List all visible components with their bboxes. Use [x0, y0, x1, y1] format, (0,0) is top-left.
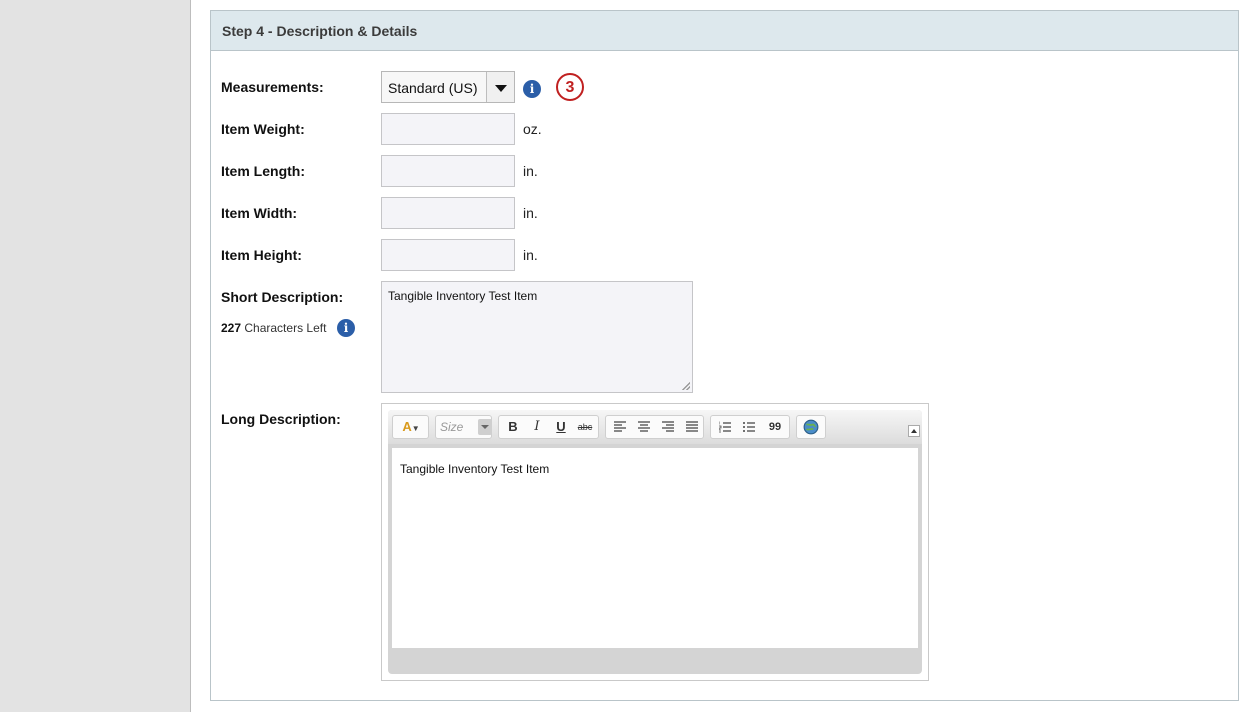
font-size-select[interactable]: Size	[440, 419, 492, 435]
info-icon[interactable]: i	[523, 80, 541, 98]
globe-icon	[803, 419, 819, 435]
align-left-icon	[614, 421, 626, 432]
align-justify-button[interactable]	[682, 418, 702, 436]
align-center-icon	[638, 421, 650, 432]
bold-button[interactable]: B	[503, 418, 523, 436]
rich-text-editor: A▼ Size B I U abc 99 Tangible Inventory …	[381, 403, 929, 681]
measurements-selected-value: Standard (US)	[388, 80, 478, 96]
item-width-input[interactable]	[381, 197, 515, 229]
characters-left-text: Characters Left	[244, 321, 327, 335]
item-width-unit: in.	[523, 205, 538, 221]
chevron-down-icon[interactable]	[486, 72, 514, 102]
font-color-icon: A	[402, 419, 412, 434]
alignment-group	[605, 415, 704, 439]
align-justify-icon	[686, 421, 698, 432]
source-group	[796, 415, 826, 439]
left-sidebar	[0, 0, 191, 712]
align-center-button[interactable]	[634, 418, 654, 436]
item-height-label: Item Height:	[221, 247, 302, 263]
lists-group: 99	[710, 415, 790, 439]
long-description-editor[interactable]: Tangible Inventory Test Item	[392, 448, 918, 648]
item-weight-unit: oz.	[523, 121, 542, 137]
characters-left-count: 227	[221, 321, 242, 335]
align-left-button[interactable]	[610, 418, 630, 436]
long-description-label: Long Description:	[221, 411, 341, 427]
characters-left: 227 Characters Left	[221, 321, 326, 335]
underline-button[interactable]: U	[551, 418, 571, 436]
step-number-badge: 3	[556, 73, 584, 101]
font-size-group: Size	[435, 415, 492, 439]
item-length-input[interactable]	[381, 155, 515, 187]
item-height-unit: in.	[523, 247, 538, 263]
info-icon[interactable]: i	[337, 319, 355, 337]
chevron-down-icon	[478, 419, 492, 435]
numbered-list-button[interactable]	[715, 418, 735, 436]
step-header: Step 4 - Description & Details	[211, 11, 1238, 51]
short-description-textarea[interactable]: Tangible Inventory Test Item	[381, 281, 693, 393]
align-right-button[interactable]	[658, 418, 678, 436]
bulleted-list-button[interactable]	[739, 418, 759, 436]
item-length-unit: in.	[523, 163, 538, 179]
item-height-input[interactable]	[381, 239, 515, 271]
resize-grip-icon[interactable]	[682, 382, 690, 390]
item-length-label: Item Length:	[221, 163, 305, 179]
toolbar-collapse-button[interactable]	[908, 425, 920, 437]
blockquote-button[interactable]: 99	[765, 418, 785, 436]
editor-frame: A▼ Size B I U abc 99 Tangible Inventory …	[388, 410, 922, 674]
align-right-icon	[662, 421, 674, 432]
item-weight-label: Item Weight:	[221, 121, 305, 137]
item-width-label: Item Width:	[221, 205, 298, 221]
short-description-text: Tangible Inventory Test Item	[388, 289, 538, 303]
numbered-list-icon	[719, 421, 731, 433]
measurements-select[interactable]: Standard (US)	[381, 71, 515, 103]
strikethrough-button[interactable]: abc	[575, 418, 595, 436]
item-weight-input[interactable]	[381, 113, 515, 145]
basic-styles-group: B I U abc	[498, 415, 599, 439]
bulleted-list-icon	[743, 422, 755, 432]
source-view-button[interactable]	[801, 418, 821, 436]
short-description-label: Short Description:	[221, 289, 344, 305]
editor-toolbar: A▼ Size B I U abc 99	[388, 410, 922, 444]
italic-button[interactable]: I	[527, 418, 547, 436]
font-color-group: A▼	[392, 415, 429, 439]
measurements-label: Measurements:	[221, 79, 324, 95]
font-size-placeholder: Size	[440, 420, 464, 434]
step-panel: Step 4 - Description & Details Measureme…	[210, 10, 1239, 701]
font-color-button[interactable]: A▼	[396, 418, 426, 436]
